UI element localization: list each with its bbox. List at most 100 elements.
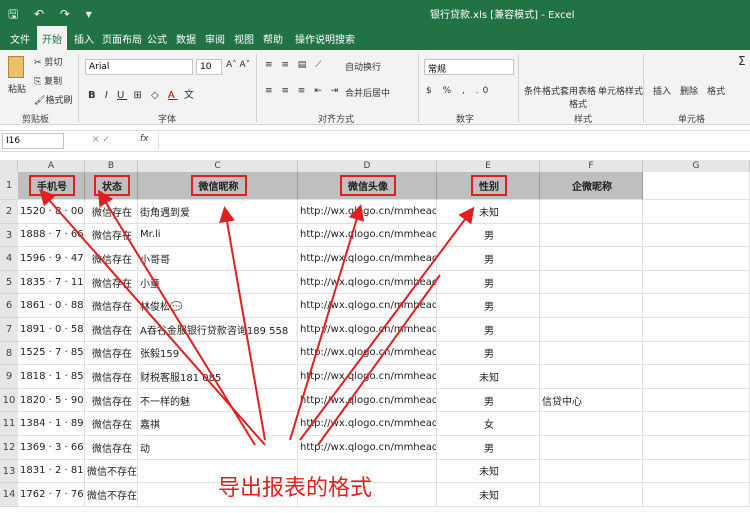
- table-cell[interactable]: 1384 · 1 · 89: [18, 412, 85, 436]
- table-cell[interactable]: 男: [437, 318, 540, 342]
- table-cell[interactable]: 动: [138, 436, 298, 460]
- row-header[interactable]: 1: [0, 172, 18, 200]
- tab-0[interactable]: 文件: [10, 31, 30, 46]
- tab-9[interactable]: 操作说明搜索: [295, 31, 355, 46]
- table-cell[interactable]: 男: [437, 436, 540, 460]
- table-cell[interactable]: http://wx.qlogo.cn/mmhead/Iic9WLW: [298, 388, 437, 413]
- table-cell[interactable]: 1520 · 8 · 00: [18, 200, 85, 224]
- table-cell[interactable]: 未知: [437, 483, 540, 507]
- table-cell[interactable]: 未知: [437, 365, 540, 389]
- header-cell[interactable]: 性别: [437, 172, 540, 200]
- table-cell[interactable]: [540, 436, 643, 460]
- table-cell[interactable]: 微信存在: [85, 270, 138, 295]
- fx-icon[interactable]: fx: [140, 134, 149, 144]
- tab-4[interactable]: 公式: [147, 31, 167, 46]
- tab-6[interactable]: 审阅: [205, 31, 225, 46]
- quick-access-toolbar[interactable]: 🖫 ↶ ↷ ▾: [8, 5, 98, 26]
- table-cell[interactable]: [643, 270, 750, 295]
- column-header-B[interactable]: B: [85, 160, 138, 172]
- table-cell[interactable]: [643, 412, 750, 436]
- merge-center-button[interactable]: 合并后居中: [345, 86, 390, 99]
- table-cell[interactable]: 1596 · 9 · 47: [18, 247, 85, 271]
- table-cell[interactable]: 1525 · 7 · 85: [18, 341, 85, 366]
- select-all-corner[interactable]: [0, 160, 18, 172]
- format-painter-button[interactable]: 🖌格式刷: [34, 93, 72, 106]
- row-header[interactable]: 8: [0, 341, 18, 366]
- row-header[interactable]: 7: [0, 318, 18, 342]
- table-cell[interactable]: [643, 247, 750, 271]
- paste-button[interactable]: 粘贴: [8, 82, 26, 95]
- header-cell[interactable]: [643, 172, 750, 200]
- tab-2[interactable]: 插入: [74, 31, 94, 46]
- tab-1[interactable]: 开始: [37, 26, 67, 50]
- table-cell[interactable]: 微信存在: [85, 341, 138, 366]
- row-header[interactable]: 13: [0, 459, 18, 484]
- table-cell[interactable]: [540, 200, 643, 224]
- table-cell[interactable]: 1835 · 7 · 11: [18, 270, 85, 295]
- table-cell[interactable]: 未知: [437, 459, 540, 484]
- font-name-select[interactable]: Arial: [85, 59, 193, 75]
- table-cell[interactable]: 微信存在: [85, 388, 138, 413]
- header-cell[interactable]: 手机号: [18, 172, 85, 200]
- table-cell[interactable]: 男: [437, 294, 540, 318]
- table-cell[interactable]: http://wx.qlogo.cn/mmhead/EMicH28: [298, 341, 437, 366]
- table-cell[interactable]: 微信存在: [85, 223, 138, 248]
- table-cell[interactable]: 小哥哥: [138, 247, 298, 271]
- table-cell[interactable]: [540, 412, 643, 436]
- column-header-F[interactable]: F: [540, 160, 643, 172]
- column-header-G[interactable]: G: [643, 160, 750, 172]
- table-cell[interactable]: 1820 · 5 · 90: [18, 388, 85, 413]
- table-cell[interactable]: [643, 365, 750, 389]
- tab-5[interactable]: 数据: [176, 31, 196, 46]
- table-cell[interactable]: http://wx.qlogo.cn/mmhead/Q3auHgz: [298, 294, 437, 318]
- table-cell[interactable]: 林俊松💬: [138, 294, 298, 318]
- cell-styles-button[interactable]: 单元格样式: [598, 84, 643, 97]
- horizontal-align-icons[interactable]: ≡ ≡ ≡ ⇤ ⇥: [265, 86, 341, 96]
- table-cell[interactable]: [540, 294, 643, 318]
- table-cell[interactable]: 微信存在: [85, 436, 138, 460]
- table-cell[interactable]: [643, 436, 750, 460]
- table-cell[interactable]: 1831 · 2 · 81: [18, 459, 85, 484]
- table-cell[interactable]: 街角遇到爱: [138, 200, 298, 224]
- table-cell[interactable]: [540, 341, 643, 366]
- row-header[interactable]: 3: [0, 223, 18, 248]
- table-cell[interactable]: 1818 · 1 · 85: [18, 365, 85, 389]
- table-cell[interactable]: 1861 · 0 · 88: [18, 294, 85, 318]
- table-cell[interactable]: http://wx.qlogo.cn/mmhead/Q3auHgz: [298, 223, 437, 248]
- table-cell[interactable]: [540, 365, 643, 389]
- table-cell[interactable]: 微信存在: [85, 200, 138, 224]
- table-cell[interactable]: http://wx.qlogo.cn/mmhead/Q3auHgz: [298, 200, 437, 224]
- delete-cells-button[interactable]: 删除: [680, 84, 698, 97]
- spreadsheet-grid[interactable]: A B C D E F G 1 手机号 状态 微信昵称 微信头像 性别 企微昵称 2 1520 · 8 · 0…: [0, 160, 750, 513]
- table-cell[interactable]: 财税客服181 085: [138, 365, 298, 389]
- table-cell[interactable]: Mr.li: [138, 223, 298, 248]
- table-cell[interactable]: 男: [437, 341, 540, 366]
- number-format-select[interactable]: 常规: [424, 59, 514, 75]
- table-cell[interactable]: 微信存在: [85, 318, 138, 342]
- cancel-confirm-icons[interactable]: ✕ ✓: [92, 135, 110, 145]
- table-cell[interactable]: 微信不存在: [85, 483, 138, 507]
- table-cell[interactable]: 微信存在: [85, 247, 138, 271]
- font-size-select[interactable]: 10: [196, 59, 222, 75]
- table-cell[interactable]: [643, 200, 750, 224]
- column-header-A[interactable]: A: [18, 160, 85, 172]
- column-header-C[interactable]: C: [138, 160, 298, 172]
- table-cell[interactable]: A吞谷金服银行贷款咨询189 558: [138, 318, 298, 342]
- header-cell[interactable]: 微信昵称: [138, 172, 298, 200]
- table-cell[interactable]: [643, 341, 750, 366]
- row-header[interactable]: 4: [0, 247, 18, 271]
- header-cell[interactable]: 企微昵称: [540, 172, 643, 200]
- table-cell[interactable]: [540, 483, 643, 507]
- tab-3[interactable]: 页面布局: [102, 31, 142, 46]
- table-cell[interactable]: http://wx.qlogo.cn/mmhead/73tdFWic: [298, 270, 437, 295]
- table-cell[interactable]: 1762 · 7 · 76: [18, 483, 85, 507]
- table-cell[interactable]: [540, 459, 643, 484]
- table-cell[interactable]: 男: [437, 247, 540, 271]
- header-cell[interactable]: 微信头像: [298, 172, 437, 200]
- table-cell[interactable]: 男: [437, 223, 540, 248]
- row-header[interactable]: 2: [0, 200, 18, 224]
- table-cell[interactable]: [643, 294, 750, 318]
- table-cell[interactable]: 不一样的魅: [138, 388, 298, 413]
- row-header[interactable]: 10: [0, 388, 18, 413]
- cut-button[interactable]: ✂ 剪切: [34, 55, 62, 68]
